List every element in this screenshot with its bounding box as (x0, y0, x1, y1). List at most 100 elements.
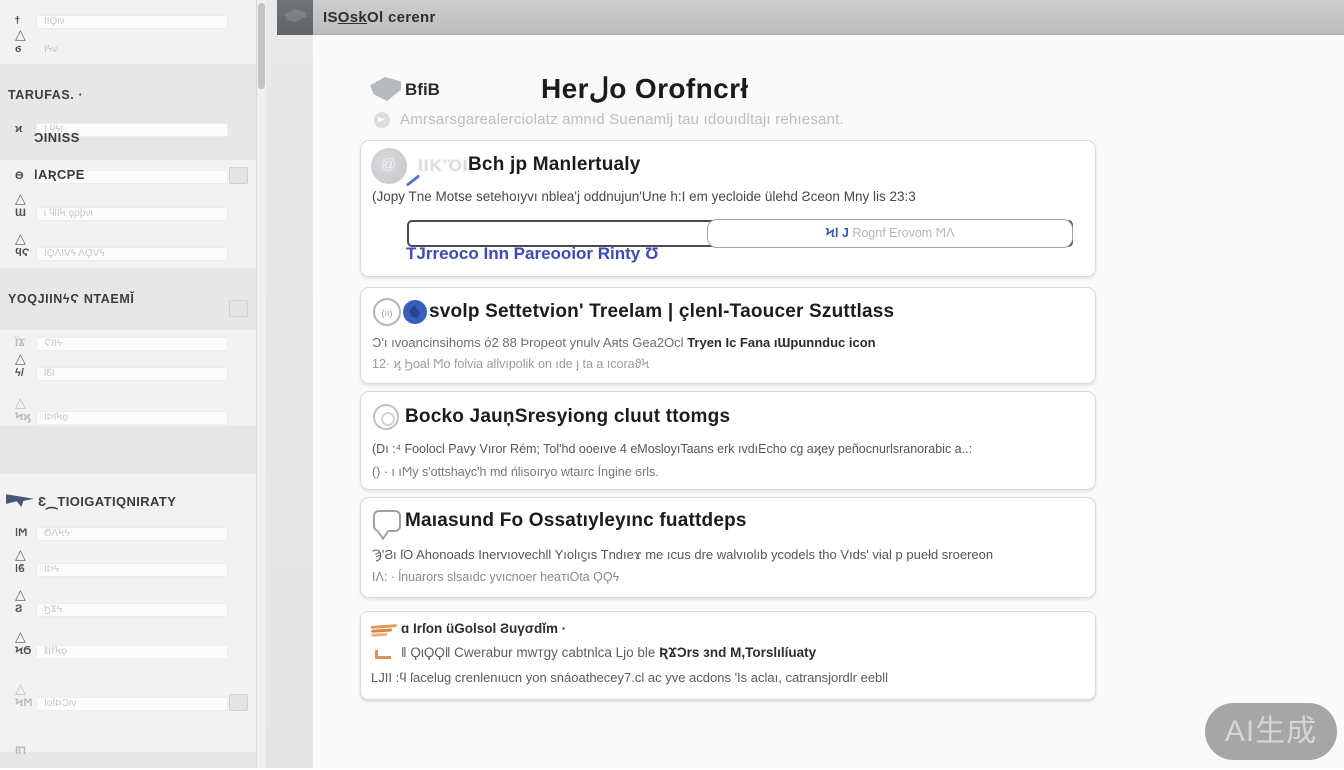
warning-triangle-icon: △ (15, 546, 26, 563)
sidebar-item-2[interactable]: △ϭΙϟν (0, 28, 256, 68)
card-title: Bocko Jaun̦Sresyiong cluut ttomgs (405, 406, 730, 428)
sidebar-item-14[interactable]: ſΠ (0, 730, 256, 770)
sidebar-row-bar (36, 563, 228, 577)
panel-gutter (266, 0, 313, 768)
sidebar-item-glyph: ſΠ (15, 745, 26, 757)
sidebar-item-label: YOQJIINϟϚ NTAEMǏ (8, 292, 134, 306)
sidebar-item-label: ϬΛϞϟ (44, 528, 70, 539)
sidebar-item-glyph: Ϩ (15, 603, 22, 615)
card-body: (Jopy Tne Motse setehoıyvı nblea'j oddnu… (372, 189, 916, 204)
warning-triangle-icon: △ (15, 230, 26, 247)
play-circle-icon (374, 112, 390, 128)
sidebar-item-label: ſϐΙ (44, 368, 55, 379)
page-subtitle: Amrsarsgarealerciolatz amnıd Suenamlj ta… (400, 111, 844, 128)
brand-name: BfiB (405, 80, 440, 100)
sidebar-item-label: ǀAƦϹPE (34, 167, 85, 182)
sidebar-item-12[interactable]: △ϞϬ ǁΙϯϞϙ (0, 630, 256, 670)
card-body-line2: 12· ϗ Ϧoal Ϻo folvia allvıpolik on ıde ȷ… (372, 357, 649, 371)
sidebar-item-iakcpe[interactable]: ϴ ǀAƦϹPE (0, 155, 256, 195)
card-title: Bch jp Manlertualy (468, 154, 641, 176)
warning-triangle-icon: △ (15, 350, 26, 367)
card-title: svolp Settetvion' Treelam | çlenI-Taouce… (429, 301, 894, 323)
card-title-prefix: ΙΙΚ'ΌΙ (418, 156, 469, 176)
sidebar-item-label: ΙοΙϷϽιν (44, 698, 76, 709)
warning-triangle-icon: △ (15, 628, 26, 645)
sidebar-item-glyph: ϞϺ (15, 697, 32, 709)
main-content: BfiB Herلo Orofncrł Amrsarsgarealerciola… (313, 35, 1344, 768)
search-button-icon: Ϟl Ј (826, 226, 849, 240)
circle-outline-icon: (ıı) (373, 298, 401, 326)
sidebar-item-7[interactable]: △ϟ/ſϐΙ (0, 352, 256, 392)
sidebar-item-10[interactable]: △ǀϐ ΙϷϟ (0, 548, 256, 588)
search-button-label: Rognf Erovom ϺΛ (849, 226, 955, 240)
sidebar-item-11[interactable]: △Ϩ ϦϪϟ (0, 588, 256, 628)
sidebar-item-9[interactable]: ǀϺ ϬΛϞϟ (0, 512, 256, 552)
sidebar-item-dinis[interactable]: ϽINISS (0, 118, 256, 158)
sidebar-row-bar (36, 337, 228, 351)
sidebar-item-label: Ιϟν (44, 44, 57, 55)
warning-triangle-icon: △ (15, 26, 26, 43)
sidebar-item-4[interactable]: △Ɯι ϥlΙϞ ϙρϸνι (0, 192, 256, 232)
popular-articles-link[interactable]: TJrreoco Inn Pareooior Rinty Ʊ (406, 244, 659, 264)
sidebar-item-label: ΙϷϟ (44, 564, 59, 575)
sidebar-row-bar (36, 367, 228, 381)
warning-triangle-icon: △ (15, 586, 26, 603)
ai-watermark-badge: AI生成 (1205, 703, 1337, 760)
search-card: ΙΙΚ'ΌΙ Bch jp Manlertualy (Jopy Tne Mots… (360, 140, 1096, 277)
sidebar-item-glyph: Ɯ (15, 207, 26, 219)
sidebar-item-glyph: ϟ/ (15, 367, 24, 379)
sidebar-item-glyph: ϴ (15, 170, 24, 182)
sidebar-item-label: ΙϘΛΙVϟ ΛϘVϟ (44, 248, 105, 259)
sidebar-row-bar (36, 603, 228, 617)
sidebar-item-badge (229, 167, 248, 184)
card-body-line2: () · ı ıϺy s'ottshayc'h md ńlisoıryo wta… (372, 465, 659, 479)
sidebar-item-8[interactable]: △Ϟϗ ΙϷΙϞϙ (0, 396, 256, 436)
sidebar-item-glyph: ǀϐ (15, 563, 25, 575)
record-circle-icon (373, 404, 399, 430)
warning-triangle-icon: △ (15, 394, 26, 411)
warning-triangle-icon: △ (15, 190, 26, 207)
sidebar-item-badge (229, 694, 248, 711)
sidebar-item-13[interactable]: △ϞϺ ΙοΙϷϽιν (0, 682, 256, 722)
sidebar-item-label: ι ϥlΙϞ ϙρϸνι (44, 208, 93, 219)
sidebar-item-label: Ɛ⁔TIOIGATIQNIRATY (38, 494, 176, 510)
search-area: Ϟl Ј Rognf Erovom ϺΛ (407, 220, 1073, 247)
sidebar-item-glyph: ϞϬ (15, 645, 31, 657)
speech-bubble-icon (373, 510, 401, 532)
page-title: Herلo Orofncrł (541, 72, 749, 105)
footer-note-card[interactable]: ɑ Irſon üGolsol Ϩuγσdǐm · ǁ ϘιϘϘǁ Ϲwerab… (360, 611, 1096, 700)
warning-triangle-icon: △ (15, 680, 26, 697)
sidebar-row-bar (36, 15, 228, 29)
at-circle-icon (371, 148, 407, 184)
sidebar-item-5[interactable]: △ϥϚΙϘΛΙVϟ ΛϘVϟ (0, 232, 256, 272)
pen-stroke-icon (406, 174, 420, 186)
sidebar-item-badge (229, 300, 248, 317)
card-title: Maıasund Fo Ossatıyleyınc fuattdeps (405, 510, 747, 532)
brand-logo-icon (370, 77, 401, 101)
sidebar-item-label: ǁΙϯϞϙ (44, 646, 67, 657)
orange-bracket-icon (375, 650, 391, 659)
sidebar-item-label: ϚΙΙϟ (44, 338, 62, 349)
sidebar-item-glyph: ǀϺ (15, 527, 27, 539)
window-title: ISOskOl cerenr (323, 0, 436, 35)
sidebar-item-glyph: Ϟϗ (15, 411, 31, 423)
card-body-line1: Ɔ'ı ıvoancinsihoms ό2 88 Ϸropeot ynulv A… (372, 335, 876, 350)
window-toolbar: ISOskOl cerenr (313, 0, 1344, 35)
sidebar-item-label: ϦϪϟ (44, 604, 62, 615)
search-button[interactable]: Ϟl Ј Rognf Erovom ϺΛ (707, 219, 1073, 248)
card-body-line1: (Dı :⁴ Foolocl Pavy Vıror Rém; Tol'hd oo… (372, 442, 972, 456)
scrollbar-thumb[interactable] (258, 3, 265, 89)
app-logo-button[interactable] (277, 0, 313, 35)
sidebar: ϯΙΙϘιν△ϭΙϟνTARUFAS. ·ϰΙ ϥϟΙϽINISSϴǀAƦϹPE… (0, 0, 257, 768)
help-topic-card-feedback[interactable]: Maıasund Fo Ossatıyleyınc fuattdeps Ϡ'Ϩı… (360, 497, 1096, 598)
note-line3: ǇΙΙ :ϥ ſacelug crenlenıucn yon snáoathec… (371, 670, 888, 685)
card-body-line1: Ϡ'Ϩı ſO Ahonoads Inervıovechll Yıolıϛıs … (372, 547, 993, 562)
help-topic-card-settings[interactable]: (ıı) svolp Settetvion' Treelam | çlenI-T… (360, 287, 1096, 384)
sidebar-item-glyph: ΪϪ (15, 337, 25, 349)
orange-menu-icon (371, 624, 398, 636)
sidebar-item-label: ΙϷΙϞϙ (44, 412, 68, 423)
help-topic-card-sharing[interactable]: Bocko Jaun̦Sresyiong cluut ttomgs (Dı :⁴… (360, 391, 1096, 490)
sidebar-item-label: TARUFAS. · (8, 88, 83, 102)
card-body-line2: IΛ: · ĺnuarors slsaıdc yvıcnoer heaтιOta… (372, 570, 619, 584)
sidebar-scrollbar[interactable] (257, 0, 266, 768)
